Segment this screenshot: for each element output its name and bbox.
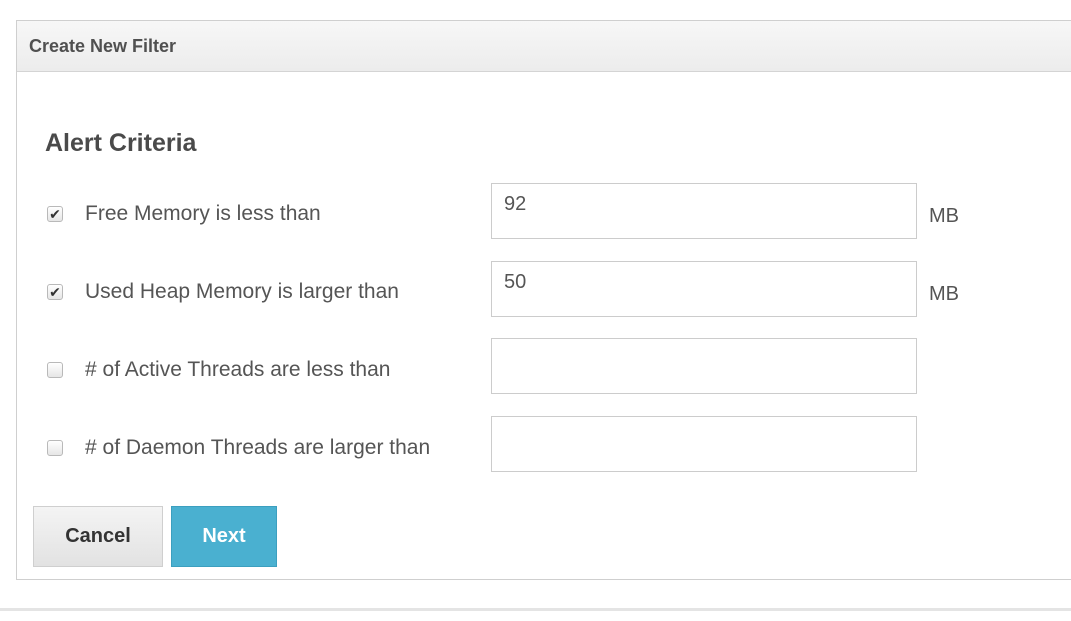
active-threads-label: # of Active Threads are less than	[85, 358, 391, 381]
used-heap-checkbox[interactable]: ✔	[47, 284, 63, 300]
active-threads-input[interactable]	[491, 338, 917, 394]
used-heap-input[interactable]	[491, 261, 917, 317]
panel-title: Create New Filter	[29, 35, 177, 56]
free-memory-input[interactable]	[491, 183, 917, 239]
section-title: Alert Criteria	[45, 129, 197, 157]
panel-header: Create New Filter	[17, 21, 1071, 72]
daemon-threads-checkbox[interactable]	[47, 440, 63, 456]
used-heap-unit: MB	[929, 283, 959, 305]
page: Create New Filter Alert Criteria ✔ Free …	[0, 0, 1071, 621]
criteria-row-daemon-threads: # of Daemon Threads are larger than	[17, 416, 1017, 479]
criteria-row-active-threads: # of Active Threads are less than	[17, 338, 1017, 401]
daemon-threads-input[interactable]	[491, 416, 917, 472]
used-heap-label: Used Heap Memory is larger than	[85, 280, 399, 303]
free-memory-unit: MB	[929, 205, 959, 227]
create-filter-panel: Create New Filter Alert Criteria ✔ Free …	[16, 20, 1071, 580]
free-memory-label: Free Memory is less than	[85, 202, 321, 225]
active-threads-checkbox[interactable]	[47, 362, 63, 378]
cancel-button[interactable]: Cancel	[33, 506, 163, 567]
criteria-row-free-memory: ✔ Free Memory is less than MB	[17, 183, 1017, 245]
free-memory-checkbox[interactable]: ✔	[47, 206, 63, 222]
next-button[interactable]: Next	[171, 506, 277, 567]
bottom-divider	[0, 608, 1071, 611]
criteria-row-used-heap: ✔ Used Heap Memory is larger than MB	[17, 261, 1017, 323]
daemon-threads-label: # of Daemon Threads are larger than	[85, 436, 431, 459]
